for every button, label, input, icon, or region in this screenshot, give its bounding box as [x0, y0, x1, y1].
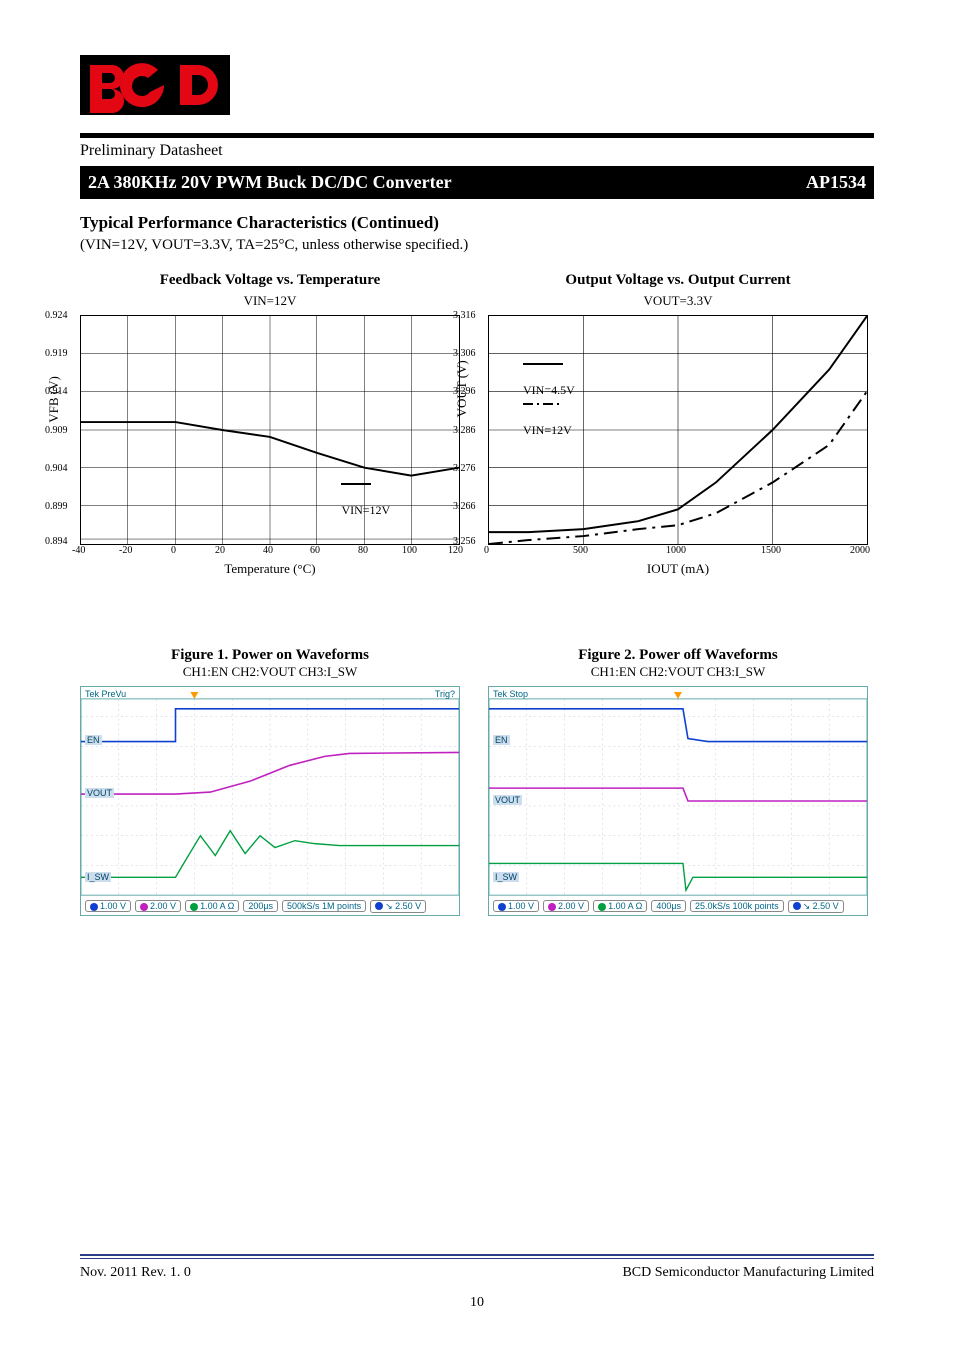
chart-subtitle: VIN=12V: [80, 293, 460, 309]
figure-title: Figure 2. Power off Waveforms: [488, 647, 868, 664]
banner-part: AP1534: [806, 172, 866, 193]
scope-ch2-label: VOUT: [85, 788, 114, 798]
chart-subtitle: VOUT=3.3V: [488, 293, 868, 309]
scope-status: Tek PreVu: [85, 689, 126, 699]
legend-entry: VIN=12V: [341, 503, 390, 517]
scope-status: Tek Stop: [493, 689, 528, 699]
page-footer: Nov. 2011 Rev. 1. 0 BCD Semiconductor Ma…: [80, 1254, 874, 1311]
chart-vout-vs-iout: Output Voltage vs. Output Current VOUT=3…: [488, 272, 868, 577]
chart-area: 0.924 0.919 0.914 0.909 0.904 0.899 0.89…: [80, 315, 460, 545]
chart-title: Output Voltage vs. Output Current: [488, 272, 868, 289]
page-number: 10: [80, 1295, 874, 1311]
legend-entry: VIN=4.5V: [523, 383, 575, 397]
figure-title: Figure 1. Power on Waveforms: [80, 647, 460, 664]
doc-subtitle: Preliminary Datasheet: [80, 142, 874, 160]
footer-company: BCD Semiconductor Manufacturing Limited: [622, 1265, 874, 1281]
figure-subtitle: CH1:EN CH2:VOUT CH3:I_SW: [488, 664, 868, 680]
x-axis-label: Temperature (°C): [80, 561, 460, 577]
figure-subtitle: CH1:EN CH2:VOUT CH3:I_SW: [80, 664, 460, 680]
scope-trigger: Trig?: [435, 689, 455, 699]
section-title: Typical Performance Characteristics (Con…: [80, 213, 874, 233]
y-axis-label: VFB (V): [46, 376, 62, 423]
figure-1: Figure 1. Power on Waveforms CH1:EN CH2:…: [80, 647, 460, 916]
banner-title: 2A 380KHz 20V PWM Buck DC/DC Converter: [88, 172, 452, 193]
chart-area: 3.316 3.306 3.296 3.286 3.276 3.266 3.25…: [488, 315, 868, 545]
section-conditions: (VIN=12V, VOUT=3.3V, TA=25°C, unless oth…: [80, 237, 874, 254]
chart-title: Feedback Voltage vs. Temperature: [80, 272, 460, 289]
scope-ch2-label: VOUT: [493, 795, 522, 805]
scope-ch3-label: I_SW: [85, 872, 111, 882]
scope-ch1-label: EN: [493, 735, 510, 745]
figure-2: Figure 2. Power off Waveforms CH1:EN CH2…: [488, 647, 868, 916]
x-axis-label: IOUT (mA): [488, 561, 868, 577]
legend-entry: VIN=12V: [523, 423, 572, 437]
scope-ch1-label: EN: [85, 735, 102, 745]
company-logo: [80, 55, 874, 115]
scope-ch3-label: I_SW: [493, 872, 519, 882]
scope-screenshot: Tek Stop: [488, 686, 868, 916]
scope-screenshot: Tek PreVu Trig?: [80, 686, 460, 916]
chart-fb-vs-temp: Feedback Voltage vs. Temperature VIN=12V…: [80, 272, 460, 577]
footer-revision: Nov. 2011 Rev. 1. 0: [80, 1265, 191, 1281]
title-banner: 2A 380KHz 20V PWM Buck DC/DC Converter A…: [80, 166, 874, 199]
header-rule: [80, 133, 874, 138]
